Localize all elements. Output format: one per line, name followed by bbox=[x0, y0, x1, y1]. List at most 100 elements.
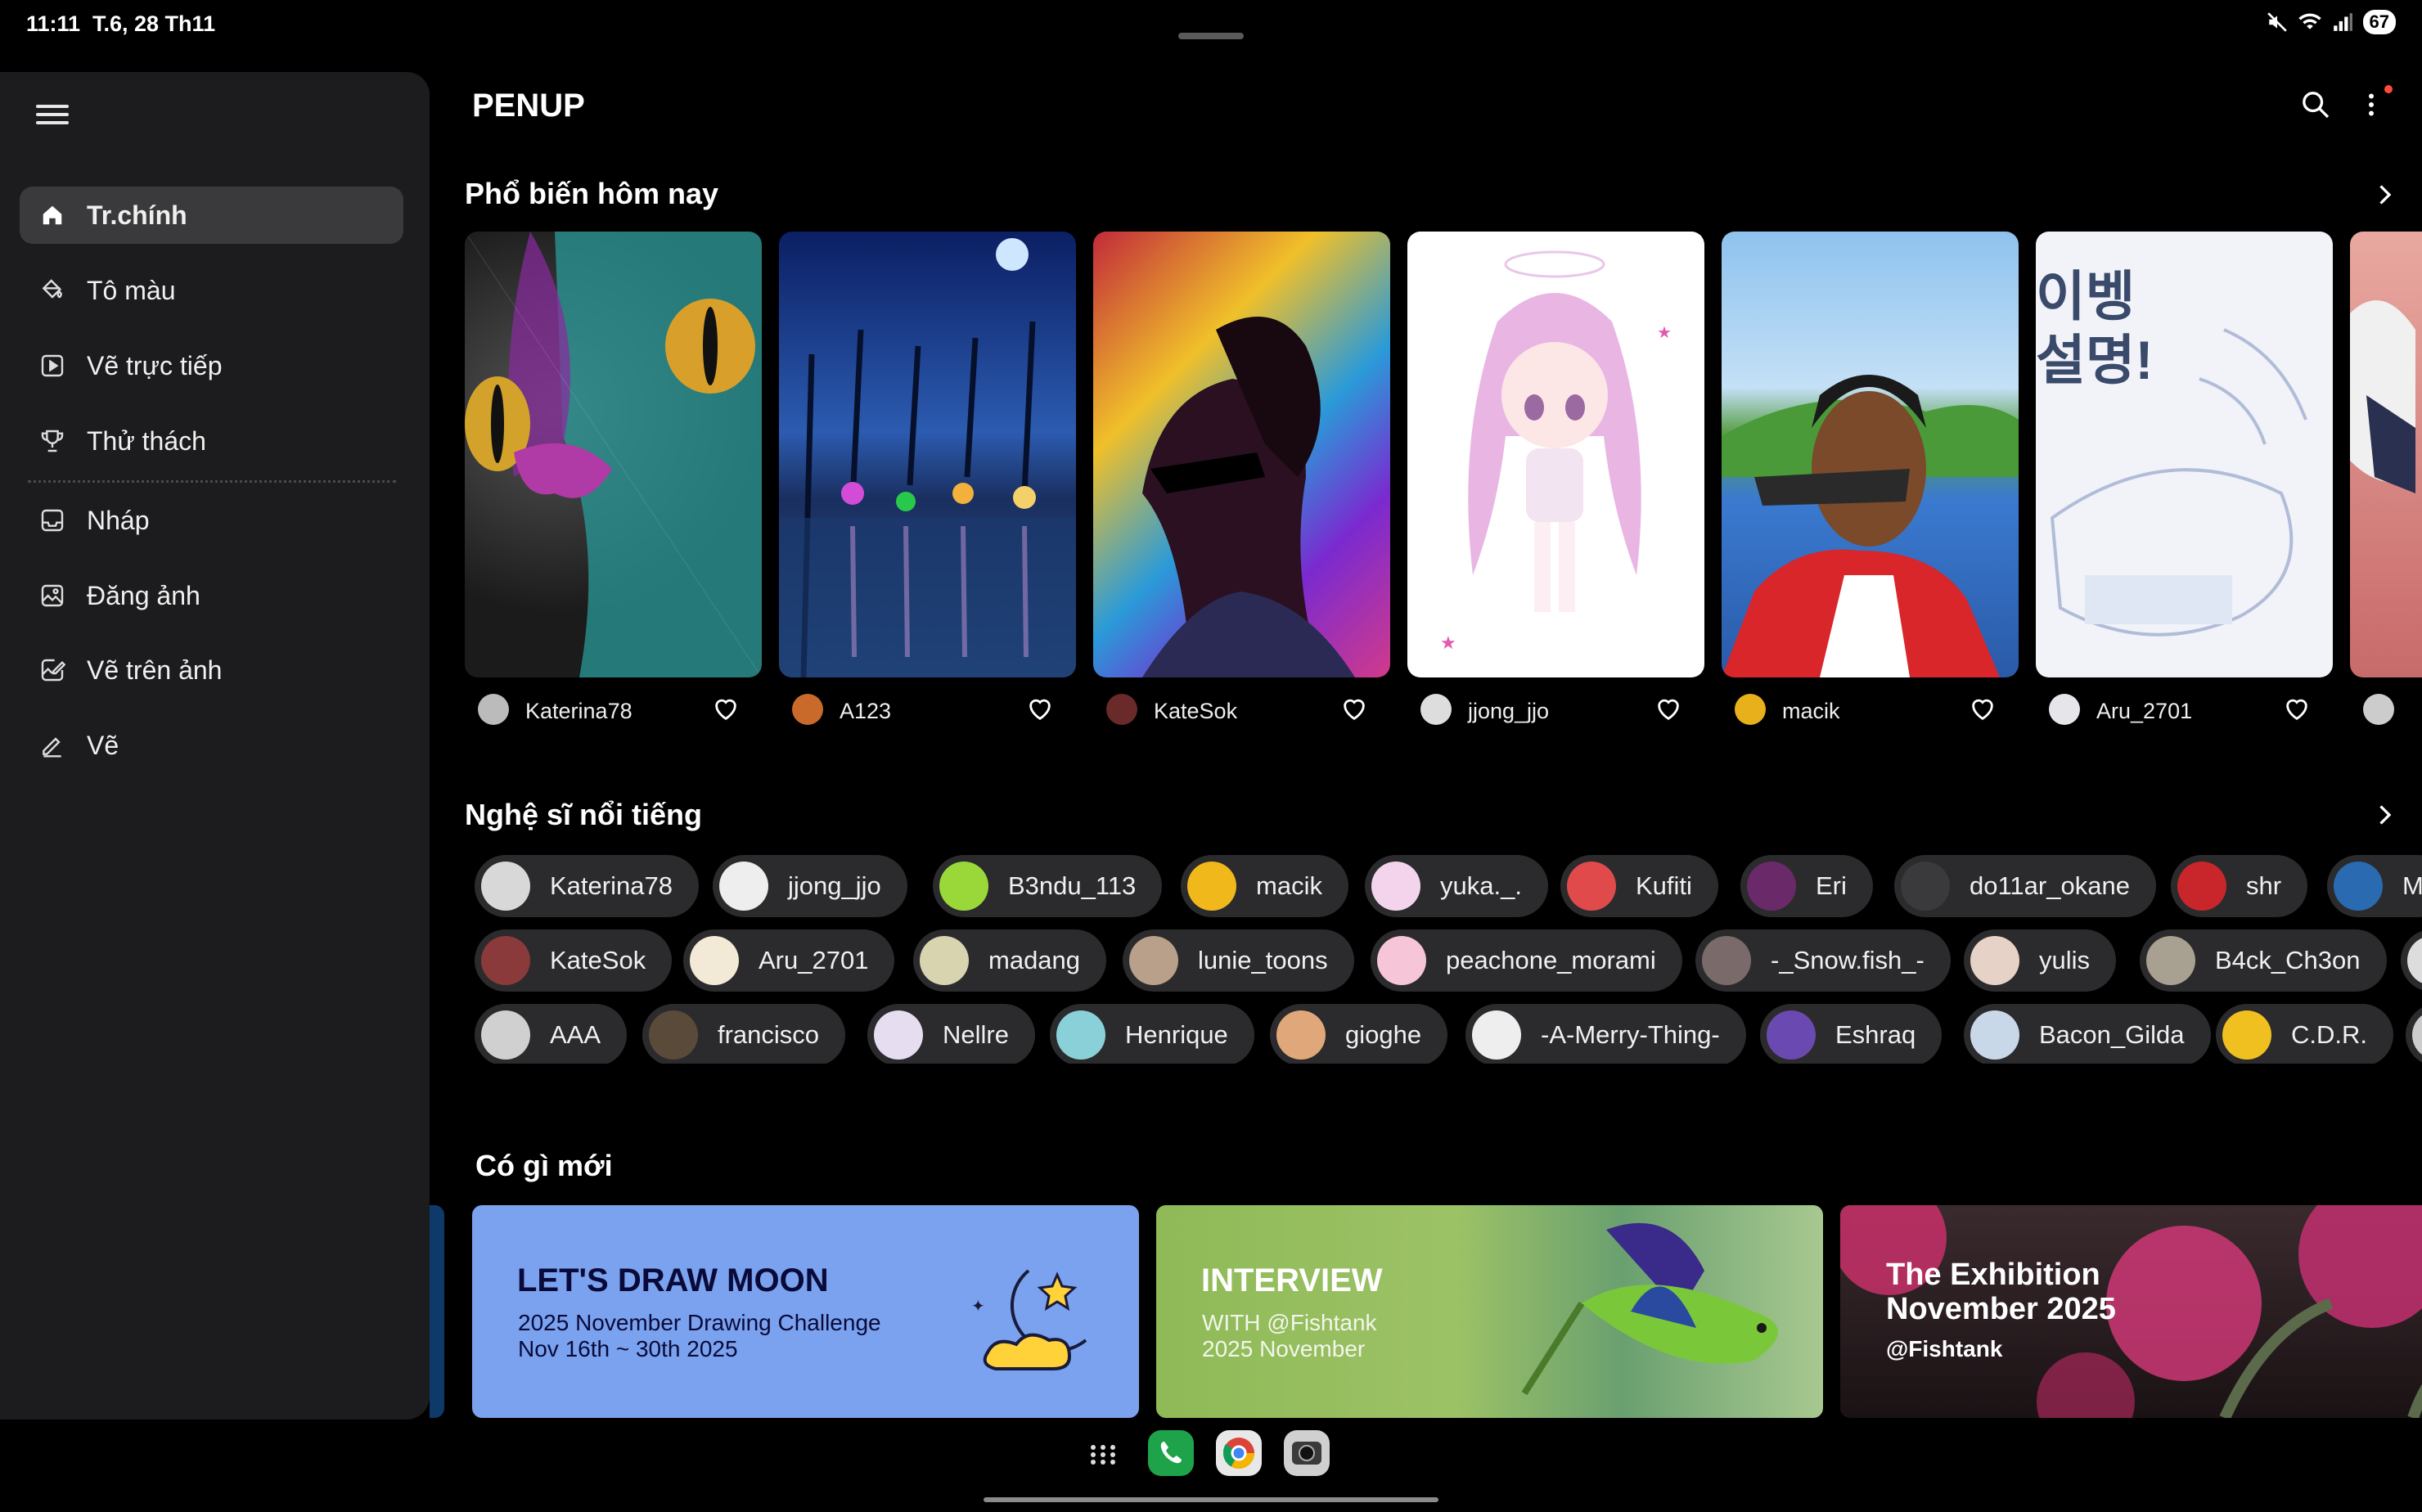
artwork-card[interactable]: A123 bbox=[779, 232, 1076, 727]
artist-chip[interactable]: Eshraq bbox=[1760, 1004, 1943, 1064]
artist-chip[interactable]: B4ck_Ch3on bbox=[2140, 929, 2387, 992]
avatar[interactable] bbox=[1735, 694, 1766, 725]
artwork-image[interactable] bbox=[779, 232, 1076, 677]
artist-chip[interactable]: Kufiti bbox=[1560, 855, 1718, 917]
artist-chip[interactable]: yulis bbox=[1964, 929, 2117, 992]
avatar[interactable] bbox=[2049, 694, 2080, 725]
whats-new-banners: LET'S DRAW MOON 2025 November Drawing Ch… bbox=[430, 1205, 2422, 1418]
artist-name: lunie_toons bbox=[1198, 946, 1328, 974]
artwork-author[interactable]: macik bbox=[1782, 699, 1840, 724]
status-icons: 67 bbox=[2267, 10, 2396, 34]
banner-dates: 2025 November bbox=[1202, 1336, 1366, 1361]
heart-icon[interactable] bbox=[711, 695, 741, 723]
avatar bbox=[2334, 862, 2383, 911]
sidebar-item-challenge[interactable]: Thử thách bbox=[20, 412, 403, 470]
svg-text:✦: ✦ bbox=[971, 1298, 985, 1316]
artist-chip[interactable]: Aru_2701 bbox=[683, 929, 895, 992]
artist-chip[interactable]: do11ar_okane bbox=[1894, 855, 2156, 917]
section-title-popular: Phổ biến hôm nay bbox=[465, 177, 719, 210]
artwork-card[interactable]: ★ ★ jjong_jjo bbox=[1407, 232, 1704, 727]
banner-interview[interactable]: INTERVIEW WITH @Fishtank 2025 November bbox=[1156, 1205, 1823, 1418]
sidebar-item-label: Tr.chính bbox=[87, 200, 187, 230]
banner-exhibition[interactable]: The Exhibition November 2025 @Fishtank bbox=[1840, 1205, 2422, 1418]
artwork-card[interactable]: macik bbox=[1722, 232, 2019, 727]
chrome-app[interactable] bbox=[1216, 1430, 1262, 1480]
heart-icon[interactable] bbox=[1339, 695, 1369, 723]
heart-icon[interactable] bbox=[1654, 695, 1683, 723]
banner-subtitle: 2025 November Drawing Challenge bbox=[518, 1310, 881, 1335]
home-indicator[interactable] bbox=[984, 1497, 1438, 1502]
more-options-button[interactable] bbox=[2357, 88, 2389, 128]
artwork-image[interactable] bbox=[1093, 232, 1390, 677]
artwork-card[interactable]: Katerina78 bbox=[465, 232, 762, 727]
artist-chip[interactable]: lunie_toons bbox=[1123, 929, 1354, 992]
sidebar-item-live-drawing[interactable]: Vẽ trực tiếp bbox=[20, 337, 403, 394]
artist-name: macik bbox=[1256, 871, 1322, 900]
artist-chip[interactable]: -A-Merry-Thing- bbox=[1465, 1004, 1746, 1064]
chevron-right-icon[interactable] bbox=[2370, 800, 2399, 830]
artist-chip[interactable]: AAA bbox=[475, 1004, 628, 1064]
app-drawer-button[interactable] bbox=[1088, 1430, 1118, 1483]
artist-chip[interactable]: macik bbox=[1181, 855, 1348, 917]
camera-app[interactable] bbox=[1284, 1430, 1330, 1480]
artwork-author[interactable]: A123 bbox=[840, 699, 891, 724]
artwork-card[interactable] bbox=[2350, 232, 2422, 727]
avatar[interactable] bbox=[792, 694, 823, 725]
artwork-author[interactable]: KateSok bbox=[1154, 699, 1237, 724]
menu-button[interactable] bbox=[33, 100, 72, 133]
artwork-card[interactable]: 이벵 설명! Aru_2701 bbox=[2036, 232, 2333, 727]
artwork-image[interactable] bbox=[465, 232, 762, 677]
sidebar-item-drafts[interactable]: Nháp bbox=[20, 492, 403, 549]
heart-icon[interactable] bbox=[2282, 695, 2312, 723]
artwork-image[interactable]: 이벵 설명! bbox=[2036, 232, 2333, 677]
artist-chip[interactable]: C.D.R. bbox=[2216, 1004, 2393, 1064]
artist-chip[interactable]: jjong_jjo bbox=[713, 855, 907, 917]
artist-chip[interactable]: madang bbox=[913, 929, 1107, 992]
heart-icon[interactable] bbox=[1968, 695, 1997, 723]
artwork-author[interactable]: jjong_jjo bbox=[1468, 699, 1549, 724]
phone-app[interactable] bbox=[1148, 1430, 1194, 1480]
sidebar-item-home[interactable]: Tr.chính bbox=[20, 187, 403, 244]
chevron-right-icon[interactable] bbox=[2370, 180, 2399, 209]
artist-chip[interactable]: Nellre bbox=[867, 1004, 1035, 1064]
sidebar-item-draw[interactable]: Vẽ bbox=[20, 717, 403, 774]
artist-chip[interactable]: yuka._. bbox=[1365, 855, 1548, 917]
artist-chip[interactable] bbox=[2401, 929, 2422, 992]
artist-chip[interactable]: peachone_morami bbox=[1371, 929, 1682, 992]
avatar bbox=[649, 1010, 698, 1060]
avatar[interactable] bbox=[1106, 694, 1137, 725]
artist-chip[interactable]: Bacon_Gilda bbox=[1964, 1004, 2211, 1064]
artist-chip[interactable]: gioghe bbox=[1270, 1004, 1448, 1064]
artwork-card[interactable]: KateSok bbox=[1093, 232, 1390, 727]
banner-moon-challenge[interactable]: LET'S DRAW MOON 2025 November Drawing Ch… bbox=[472, 1205, 1139, 1418]
artist-chip[interactable] bbox=[2406, 1004, 2422, 1064]
search-button[interactable] bbox=[2299, 88, 2339, 128]
avatar[interactable] bbox=[478, 694, 509, 725]
artist-chip[interactable]: francisco bbox=[642, 1004, 846, 1064]
artwork-image[interactable] bbox=[1722, 232, 2019, 677]
artist-chip[interactable]: shr bbox=[2171, 855, 2308, 917]
artist-chip[interactable]: Katerina78 bbox=[475, 855, 699, 917]
window-handle[interactable] bbox=[1178, 33, 1244, 39]
sidebar-item-coloring[interactable]: Tô màu bbox=[20, 262, 403, 319]
artwork-author[interactable]: Aru_2701 bbox=[2096, 699, 2192, 724]
artist-chip[interactable]: Henrique bbox=[1050, 1004, 1254, 1064]
artwork-image[interactable] bbox=[2350, 232, 2422, 677]
artist-chip[interactable]: M bbox=[2327, 855, 2422, 917]
artist-chip[interactable]: B3ndu_113 bbox=[933, 855, 1163, 917]
artist-chip[interactable]: -_Snow.fish_- bbox=[1695, 929, 1951, 992]
artist-name: Nellre bbox=[943, 1020, 1009, 1049]
avatar bbox=[1056, 1010, 1105, 1060]
artwork-author[interactable]: Katerina78 bbox=[525, 699, 633, 724]
avatar[interactable] bbox=[1420, 694, 1452, 725]
heart-icon[interactable] bbox=[1025, 695, 1055, 723]
banner-subtitle: November 2025 bbox=[1886, 1292, 2116, 1326]
artist-chip[interactable]: KateSok bbox=[475, 929, 673, 992]
avatar[interactable] bbox=[2363, 694, 2394, 725]
sidebar-item-draw-on-photo[interactable]: Vẽ trên ảnh bbox=[20, 641, 403, 699]
sidebar-item-post-image[interactable]: Đăng ảnh bbox=[20, 567, 403, 624]
banner-prev-peek[interactable] bbox=[430, 1205, 444, 1418]
artwork-image[interactable]: ★ ★ bbox=[1407, 232, 1704, 677]
artist-chip[interactable]: Eri bbox=[1740, 855, 1873, 917]
home-icon bbox=[36, 199, 69, 232]
